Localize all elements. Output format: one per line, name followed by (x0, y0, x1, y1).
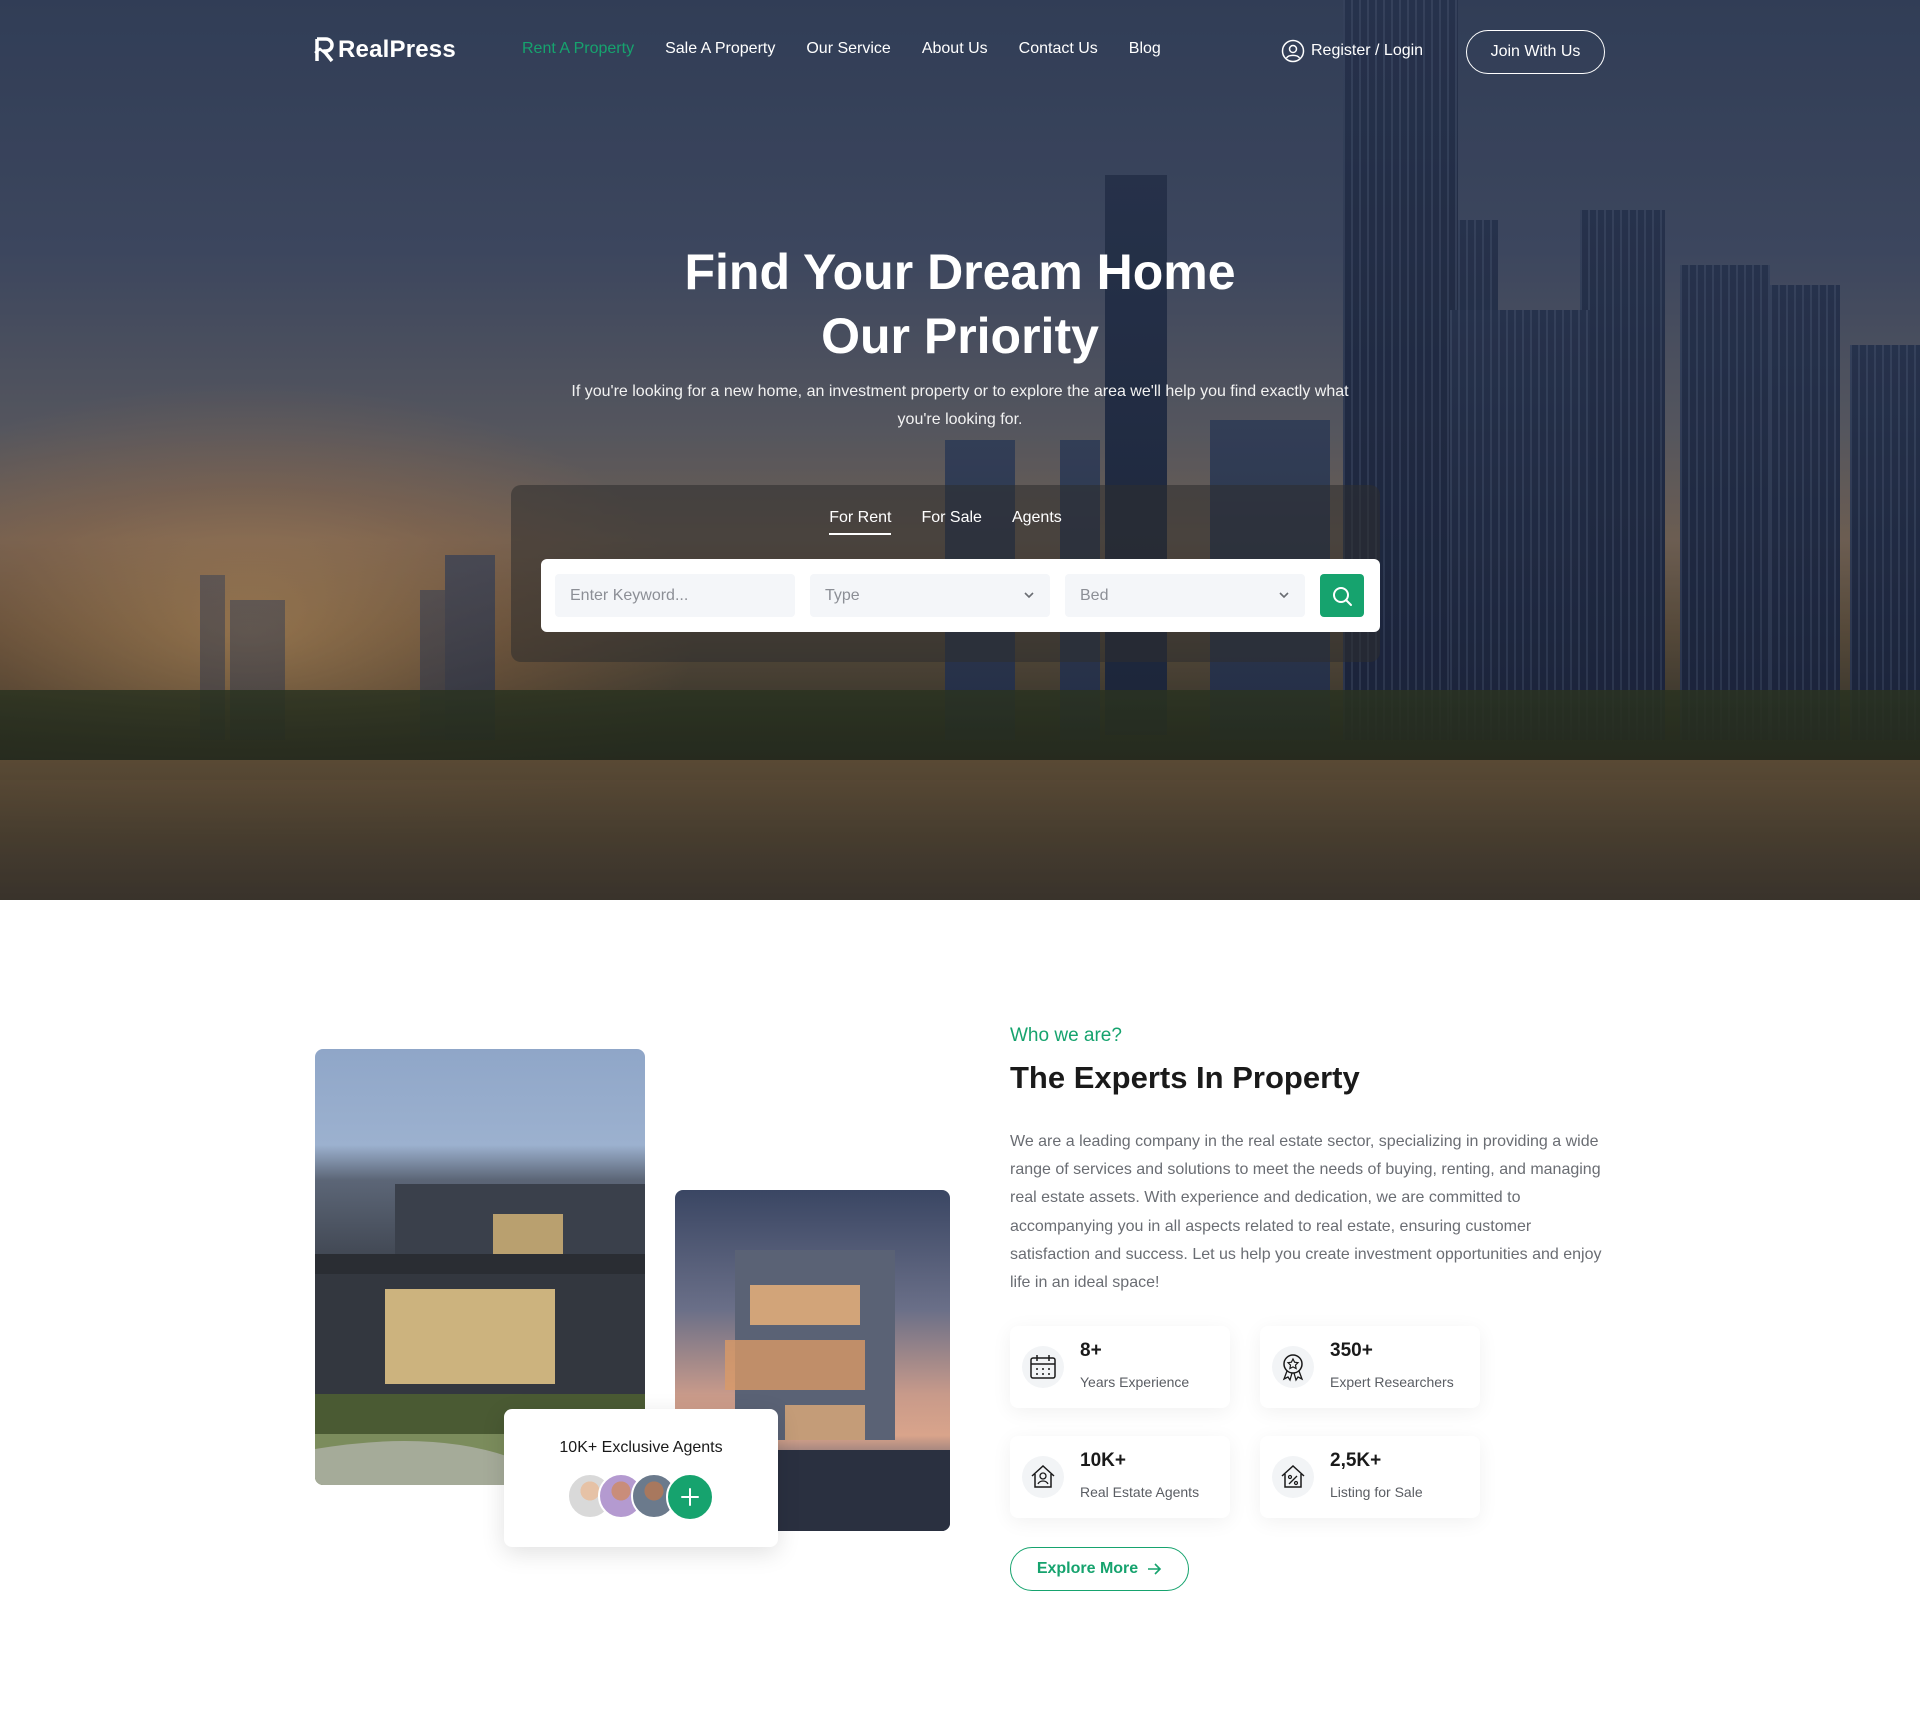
section-eyebrow: Who we are? (1010, 1025, 1122, 1046)
section-title: The Experts In Property (1010, 1060, 1360, 1095)
stat-label: Expert Researchers (1330, 1374, 1454, 1390)
hero-overlay (0, 0, 1920, 900)
stat-card-listings: 2,5K+ Listing for Sale (1260, 1436, 1480, 1518)
add-agent-button[interactable] (666, 1473, 714, 1521)
arrow-right-icon (1148, 1563, 1162, 1575)
hero-section (0, 0, 1920, 900)
brand-name: RealPress (338, 36, 456, 63)
nav-rent-a-property[interactable]: Rent A Property (522, 40, 634, 58)
house-percent-icon (1272, 1456, 1314, 1498)
nav-sale-a-property[interactable]: Sale A Property (665, 40, 775, 58)
nav-about-us[interactable]: About Us (922, 40, 988, 58)
stat-label: Listing for Sale (1330, 1484, 1423, 1500)
section-body: We are a leading company in the real est… (1010, 1133, 1602, 1292)
main-nav: Rent A Property Sale A Property Our Serv… (522, 40, 1161, 58)
nav-blog[interactable]: Blog (1129, 40, 1161, 58)
type-select[interactable]: Type (810, 574, 1050, 617)
tab-for-rent[interactable]: For Rent (829, 509, 892, 535)
hero-subtitle: If you're looking for a new home, an inv… (571, 383, 1349, 428)
stat-card-researchers: 350+ Expert Researchers (1260, 1326, 1480, 1408)
search-tabs: For Rent For Sale Agents (511, 509, 1380, 535)
search-button[interactable] (1320, 574, 1364, 617)
tab-agents[interactable]: Agents (1012, 509, 1062, 535)
keyword-placeholder: Enter Keyword... (570, 586, 689, 604)
exclusive-agents-card: 10K+ Exclusive Agents (504, 1409, 778, 1547)
stat-card-years: 8+ Years Experience (1010, 1326, 1230, 1408)
explore-more-button[interactable]: Explore More (1010, 1547, 1189, 1591)
hero-title-line2: Our Priority (821, 308, 1099, 364)
stat-card-agents: 10K+ Real Estate Agents (1010, 1436, 1230, 1518)
award-icon (1272, 1346, 1314, 1388)
stat-value: 350+ (1330, 1340, 1373, 1361)
user-circle-icon (1281, 39, 1305, 63)
house-user-icon (1022, 1456, 1064, 1498)
register-login-label: Register / Login (1311, 42, 1424, 59)
calendar-icon (1022, 1346, 1064, 1388)
chevron-down-icon (1024, 592, 1034, 599)
hero-title: Find Your Dream Home Our Priority (0, 240, 1920, 368)
plus-icon (681, 1488, 699, 1506)
brand-logo[interactable]: RealPress (314, 36, 456, 64)
logo-icon (314, 37, 334, 63)
tab-for-sale[interactable]: For Sale (921, 509, 981, 535)
search-box: Enter Keyword... Type Bed (541, 559, 1380, 632)
stat-value: 2,5K+ (1330, 1450, 1382, 1471)
register-login-link[interactable]: Register / Login (1281, 39, 1423, 63)
stat-value: 8+ (1080, 1340, 1102, 1361)
nav-contact-us[interactable]: Contact Us (1019, 40, 1098, 58)
type-select-value: Type (825, 586, 860, 604)
search-panel: For Rent For Sale Agents Enter Keyword..… (511, 485, 1380, 662)
chevron-down-icon (1279, 592, 1289, 599)
bed-select[interactable]: Bed (1065, 574, 1305, 617)
keyword-input[interactable]: Enter Keyword... (555, 574, 795, 617)
search-icon (1333, 586, 1352, 606)
bed-select-value: Bed (1080, 586, 1109, 604)
join-with-us-button[interactable]: Join With Us (1466, 30, 1605, 74)
hero-title-line1: Find Your Dream Home (684, 244, 1236, 300)
explore-more-label: Explore More (1036, 1560, 1139, 1577)
agents-card-title: 10K+ Exclusive Agents (559, 1439, 723, 1456)
stat-label: Years Experience (1080, 1374, 1190, 1390)
stat-value: 10K+ (1080, 1450, 1126, 1471)
nav-our-service[interactable]: Our Service (806, 40, 890, 58)
stat-label: Real Estate Agents (1080, 1484, 1200, 1500)
